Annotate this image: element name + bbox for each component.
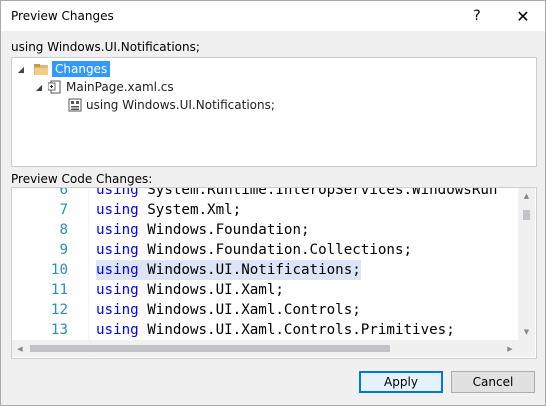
- collapse-icon[interactable]: ◢: [34, 82, 44, 92]
- close-button[interactable]: ✕: [501, 1, 545, 31]
- tree-item-label: using Windows.UI.Notifications;: [86, 98, 275, 112]
- code-text: using Windows.Foundation;: [96, 220, 310, 240]
- keyword: using: [96, 322, 139, 338]
- code-text: using Windows.Foundation.Collections;: [96, 240, 412, 260]
- code-text: using System.Runtime.InteropServices.Win…: [96, 187, 498, 200]
- line-number: 8: [59, 222, 68, 238]
- keyword: using: [96, 222, 139, 238]
- scroll-down-icon[interactable]: ▼: [518, 324, 535, 340]
- code-text: using Windows.UI.Xaml.Controls.Primitive…: [96, 320, 455, 340]
- code-text: using Windows.UI.Xaml.Controls;: [96, 300, 361, 320]
- code-line: 8 using Windows.Foundation;: [12, 220, 518, 240]
- keyword: using: [96, 187, 139, 198]
- horizontal-scrollbar[interactable]: ◀ ▶: [12, 340, 518, 357]
- folder-icon: [34, 63, 48, 75]
- preview-code-label: Preview Code Changes:: [11, 172, 153, 186]
- code-line: 10 using Windows.UI.Notifications;: [12, 260, 518, 280]
- apply-button[interactable]: Apply: [359, 371, 443, 393]
- changes-tree[interactable]: ◢ Changes ◢ MainPage.xaml.cs using Windo…: [11, 57, 537, 167]
- code-rest: Windows.UI.Xaml;: [138, 282, 284, 298]
- help-button[interactable]: ?: [455, 1, 499, 31]
- scroll-corner: [518, 340, 535, 357]
- code-text: using System.Xml;: [96, 200, 241, 220]
- code-rest: Windows.UI.Xaml.Controls;: [138, 302, 361, 318]
- cancel-button[interactable]: Cancel: [451, 371, 535, 393]
- scroll-right-icon[interactable]: ▶: [502, 340, 518, 357]
- csharp-file-icon: [48, 80, 61, 94]
- code-rest: System.Xml;: [138, 202, 242, 218]
- tree-item-change[interactable]: using Windows.UI.Notifications;: [68, 96, 275, 114]
- code-preview-editor[interactable]: 6 using System.Runtime.InteropServices.Wi…: [11, 187, 537, 359]
- keyword: using: [96, 302, 139, 318]
- code-line: 9 using Windows.Foundation.Collections;: [12, 240, 518, 260]
- code-rest: Windows.Foundation;: [138, 222, 310, 238]
- change-summary-label: using Windows.UI.Notifications;: [11, 40, 200, 54]
- using-directive-icon: [68, 98, 82, 112]
- scroll-up-icon[interactable]: ▲: [518, 188, 535, 204]
- keyword: using: [96, 262, 139, 278]
- code-text: using Windows.UI.Notifications;: [96, 260, 361, 280]
- keyword: using: [96, 282, 139, 298]
- line-number: 13: [50, 322, 68, 338]
- title-bar: Preview Changes ? ✕: [1, 1, 545, 31]
- line-number: 6: [59, 187, 68, 198]
- code-line: 11 using Windows.UI.Xaml;: [12, 280, 518, 300]
- tree-item-label: MainPage.xaml.cs: [66, 80, 174, 94]
- keyword: using: [96, 202, 139, 218]
- line-number: 11: [50, 282, 68, 298]
- scroll-thumb[interactable]: [30, 345, 390, 352]
- tree-item-file[interactable]: ◢ MainPage.xaml.cs: [34, 78, 174, 96]
- scroll-thumb[interactable]: [523, 210, 530, 220]
- tree-item-changes[interactable]: ◢ Changes: [16, 60, 111, 78]
- vertical-scrollbar[interactable]: ▲ ▼: [518, 188, 535, 340]
- code-line: 12 using Windows.UI.Xaml.Controls;: [12, 300, 518, 320]
- dialog-title: Preview Changes: [11, 9, 114, 23]
- tree-item-label: Changes: [52, 61, 111, 77]
- code-line: 13 using Windows.UI.Xaml.Controls.Primiti…: [12, 320, 518, 340]
- line-number: 12: [50, 302, 68, 318]
- code-text: using Windows.UI.Xaml;: [96, 280, 284, 300]
- keyword: using: [96, 242, 139, 258]
- code-line: 6 using System.Runtime.InteropServices.Wi…: [12, 187, 518, 200]
- scroll-left-icon[interactable]: ◀: [12, 340, 28, 357]
- line-number: 9: [59, 242, 68, 258]
- code-rest: System.Runtime.InteropServices.WindowsRu…: [138, 187, 498, 198]
- code-rest: Windows.UI.Notifications;: [138, 262, 361, 278]
- code-rest: Windows.UI.Xaml.Controls.Primitives;: [138, 322, 455, 338]
- line-number: 10: [50, 262, 68, 278]
- collapse-icon[interactable]: ◢: [16, 64, 26, 74]
- code-line: 7 using System.Xml;: [12, 200, 518, 220]
- code-rest: Windows.Foundation.Collections;: [138, 242, 413, 258]
- preview-changes-dialog: Preview Changes ? ✕ using Windows.UI.Not…: [0, 0, 546, 406]
- line-number: 7: [59, 202, 68, 218]
